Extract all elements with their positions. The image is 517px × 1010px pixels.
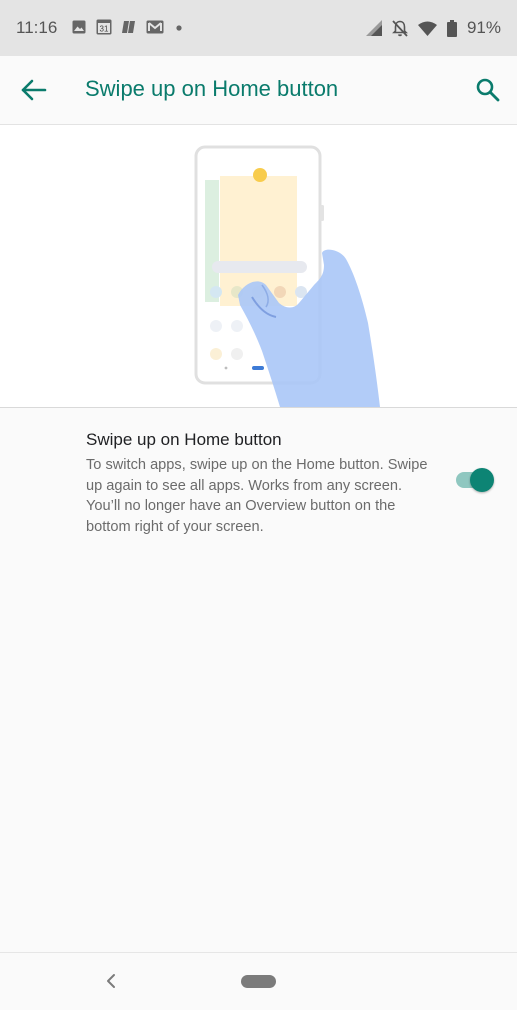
status-time: 11:16 — [16, 18, 58, 37]
nav-back-icon[interactable] — [104, 973, 118, 989]
home-pill[interactable] — [241, 975, 276, 988]
wifi-icon — [417, 21, 437, 36]
battery-icon — [446, 19, 457, 37]
system-icons: 91% — [365, 18, 501, 38]
reading-icon — [122, 20, 135, 33]
image-icon — [72, 20, 86, 33]
gesture-illustration — [0, 125, 517, 408]
calendar-day: 31 — [100, 25, 109, 34]
navigation-bar — [0, 952, 517, 1010]
notifications-off-icon — [392, 19, 408, 37]
page-title: Swipe up on Home button — [85, 76, 339, 101]
signal-icon — [365, 20, 382, 36]
search-icon[interactable] — [475, 77, 501, 103]
setting-summary: To switch apps, swipe up on the Home but… — [86, 457, 428, 535]
back-arrow-icon[interactable] — [20, 78, 48, 102]
app-bar: Swipe up on Home button — [0, 56, 517, 125]
swipe-up-setting-row[interactable]: Swipe up on Home button To switch apps, … — [0, 408, 517, 548]
calendar-icon: 31 — [96, 19, 112, 35]
status-bar: 11:16 31 91% — [0, 0, 517, 56]
gmail-icon — [146, 20, 164, 33]
setting-title: Swipe up on Home button — [86, 430, 282, 449]
notification-icons: 31 — [72, 18, 184, 35]
swipe-up-toggle[interactable] — [456, 468, 496, 492]
battery-percent: 91% — [466, 18, 501, 37]
dot-icon — [176, 24, 182, 31]
phone-swipe-illustration — [194, 145, 380, 407]
toggle-thumb — [470, 468, 494, 492]
